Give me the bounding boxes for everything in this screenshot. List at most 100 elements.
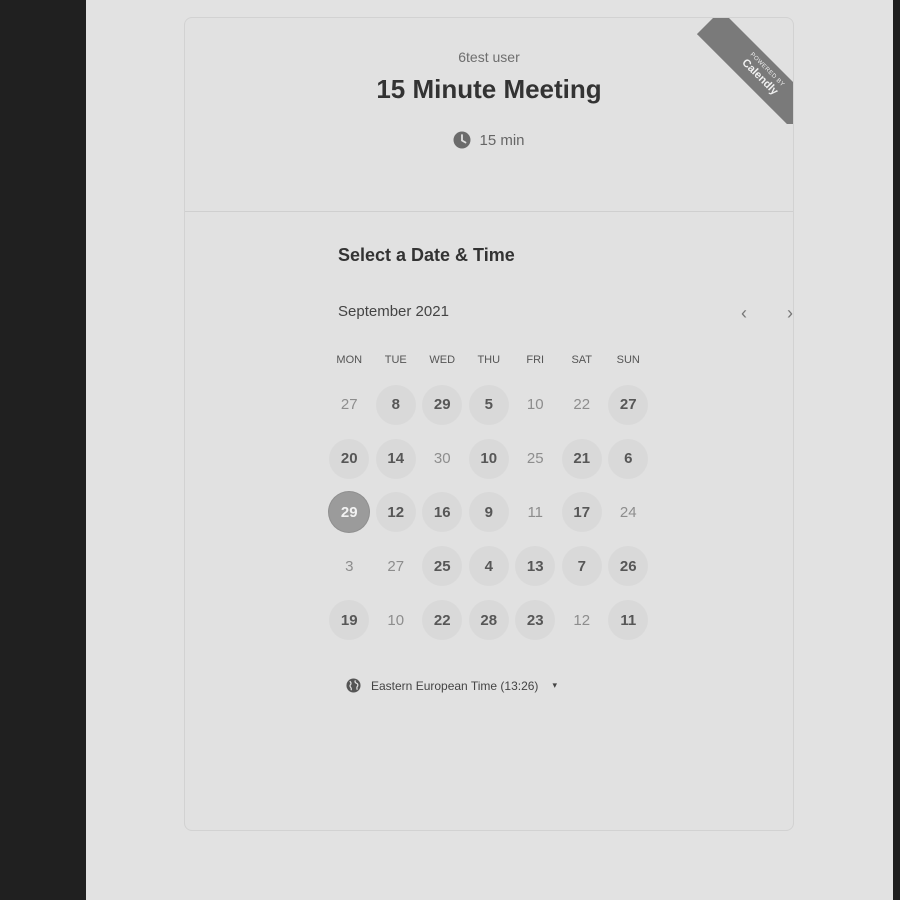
chevron-left-icon: ‹ [741,302,747,323]
date-number: 5 [468,384,509,425]
date-number: 24 [619,503,637,521]
powered-by-badge[interactable]: POWERED BY Calendly [697,18,793,124]
booking-card: 6test user 15 Minute Meeting 15 min POWE… [184,17,794,831]
unavailable-date: 12 [559,593,606,647]
event-header: 6test user 15 Minute Meeting 15 min POWE… [185,18,793,212]
date-number: 30 [433,450,451,468]
date-number: 10 [526,396,544,414]
weekday-label: WED [429,354,456,366]
date-number: 10 [387,611,405,629]
date-number: 16 [422,492,463,533]
day-grid: 27 8 29 5 10 22 27 20 14 30 10 25 21 6 29 12 16 9 11 17 24 3 2… [326,378,652,647]
date-number: 13 [515,546,556,587]
timezone-selector[interactable]: Eastern European Time (13:26) ▾ [346,678,557,693]
weekday-label: SUN [616,354,640,366]
date-number: 10 [468,438,509,479]
weekday-label: TUE [384,354,407,366]
window-edge [893,0,900,900]
section-title: Select a Date & Time [338,245,515,265]
date-number: 6 [608,438,649,479]
calendar-week-row: 29 12 16 9 11 17 24 [326,486,652,540]
available-date-button[interactable]: 25 [419,539,466,593]
available-date-button[interactable]: 6 [605,432,652,486]
date-number: 12 [573,611,591,629]
date-number: 4 [468,546,509,587]
calendar-week-row: 27 8 29 5 10 22 27 [326,378,652,432]
clock-icon [453,131,471,149]
calendar-grid: MON TUE WED THU FRI SAT SUN 27 8 29 5 10 22 27… [326,354,652,647]
available-date-button[interactable]: 29 [419,378,466,432]
date-number: 21 [561,438,602,479]
available-date-button[interactable]: 17 [559,486,606,540]
powered-by-ribbon[interactable]: POWERED BY Calendly [697,18,793,124]
date-number: 27 [608,384,649,425]
date-number: 11 [527,503,544,521]
calendar-week-row: 3 27 25 4 13 7 26 [326,539,652,593]
next-month-button[interactable]: › [778,301,793,325]
available-date-button[interactable]: 13 [512,539,559,593]
calendar-week-row: 20 14 30 10 25 21 6 [326,432,652,486]
weekday-label: THU [477,354,501,366]
available-date-button[interactable]: 8 [373,378,420,432]
available-date-button[interactable]: 20 [326,432,373,486]
weekday-label: SAT [571,354,593,366]
available-date-button[interactable]: 16 [419,486,466,540]
weekday-label: FRI [526,354,545,366]
available-date-button[interactable]: 7 [559,539,606,593]
date-number: 20 [329,438,370,479]
date-number: 22 [573,396,591,414]
event-duration: 15 min [185,131,793,149]
date-number: 7 [561,546,602,587]
date-number: 22 [422,600,463,641]
unavailable-date: 10 [373,593,420,647]
available-date-button[interactable]: 28 [466,593,513,647]
calendar-week-row: 19 10 22 28 23 12 11 [326,593,652,647]
unavailable-date: 3 [326,539,373,593]
available-date-button[interactable]: 4 [466,539,513,593]
date-number: 28 [468,600,509,641]
available-date-button[interactable]: 21 [559,432,606,486]
selected-date-button[interactable]: 29 [326,486,373,540]
available-date-button[interactable]: 9 [466,486,513,540]
date-number: 11 [608,600,649,641]
available-date-button[interactable]: 10 [466,432,513,486]
unavailable-date: 27 [326,378,373,432]
caret-down-icon: ▾ [552,680,557,690]
available-date-button[interactable]: 19 [326,593,373,647]
available-date-button[interactable]: 27 [605,378,652,432]
unavailable-date: 25 [512,432,559,486]
available-date-button[interactable]: 26 [605,539,652,593]
date-number: 25 [422,546,463,587]
previous-month-button[interactable]: ‹ [732,301,756,325]
available-date-button[interactable]: 12 [373,486,420,540]
date-number: 12 [375,492,416,533]
globe-icon [346,678,361,693]
weekday-header: MON TUE WED THU FRI SAT SUN [326,354,652,370]
unavailable-date: 11 [512,486,559,540]
date-number: 8 [375,384,416,425]
date-number: 27 [340,396,358,414]
date-number: 29 [422,384,463,425]
weekday-label: MON [336,354,363,366]
month-label: September 2021 [338,303,449,320]
date-number: 19 [329,600,370,641]
date-number: 27 [387,557,405,575]
duration-label: 15 min [479,131,525,149]
date-number: 3 [345,557,354,575]
available-date-button[interactable]: 14 [373,432,420,486]
date-number: 23 [515,600,556,641]
unavailable-date: 24 [605,486,652,540]
unavailable-date: 27 [373,539,420,593]
available-date-button[interactable]: 23 [512,593,559,647]
date-number: 17 [561,492,602,533]
date-number: 14 [375,438,416,479]
unavailable-date: 10 [512,378,559,432]
available-date-button[interactable]: 22 [419,593,466,647]
date-number: 25 [526,450,544,468]
date-number: 9 [468,492,509,533]
month-navigation: September 2021 ‹ › [338,301,793,325]
date-number: 26 [608,546,649,587]
available-date-button[interactable]: 5 [466,378,513,432]
available-date-button[interactable]: 11 [605,593,652,647]
timezone-label: Eastern European Time (13:26) [371,678,539,693]
